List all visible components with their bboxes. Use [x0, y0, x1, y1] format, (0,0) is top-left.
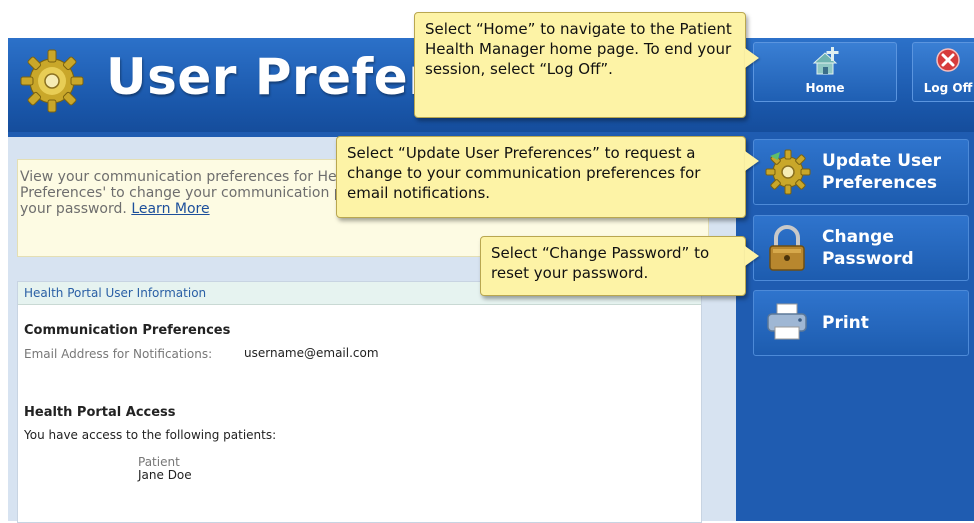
user-info-panel: Health Portal User Information Communica… — [17, 281, 702, 523]
change-label-line2: Password — [822, 249, 914, 269]
update-user-preferences-button[interactable]: Update User Preferences — [753, 139, 969, 205]
update-callout: Select “Update User Preferences” to requ… — [336, 136, 746, 218]
password-callout-arrow — [745, 246, 759, 266]
printer-icon — [767, 303, 807, 340]
update-callout-text: Select “Update User Preferences” to requ… — [347, 144, 701, 202]
password-callout-text: Select “Change Password” to reset your p… — [491, 244, 710, 282]
password-callout: Select “Change Password” to reset your p… — [480, 236, 746, 296]
portal-access-heading: Health Portal Access — [24, 405, 176, 420]
gear-icon — [20, 49, 84, 113]
email-value: username@email.com — [244, 346, 379, 360]
access-text: You have access to the following patient… — [24, 428, 277, 442]
learn-more-link[interactable]: Learn More — [131, 201, 209, 217]
change-label-line1: Change — [822, 227, 894, 247]
update-label-line1: Update User — [822, 151, 942, 171]
home-callout-arrow — [745, 48, 759, 68]
patient-name: Jane Doe — [138, 468, 192, 482]
panel-header-label: Health Portal User Information — [24, 286, 207, 300]
home-icon — [812, 47, 839, 75]
logoff-label: Log Off — [923, 81, 973, 95]
patient-column-header: Patient — [138, 455, 180, 469]
print-button[interactable]: Print — [753, 290, 969, 356]
logoff-button[interactable]: Log Off — [912, 42, 974, 102]
gear-icon — [765, 149, 811, 195]
update-callout-arrow — [745, 151, 759, 171]
home-label: Home — [805, 81, 845, 95]
home-callout-text: Select “Home” to navigate to the Patient… — [425, 20, 732, 78]
close-icon — [936, 48, 960, 72]
lock-icon — [769, 225, 805, 271]
email-label: Email Address for Notifications: — [24, 347, 213, 361]
update-label-line2: Preferences — [822, 173, 938, 193]
home-button[interactable]: Home — [753, 42, 897, 102]
home-callout: Select “Home” to navigate to the Patient… — [414, 12, 746, 118]
communication-preferences-heading: Communication Preferences — [24, 323, 231, 338]
print-label: Print — [822, 313, 869, 333]
change-password-button[interactable]: Change Password — [753, 215, 969, 281]
